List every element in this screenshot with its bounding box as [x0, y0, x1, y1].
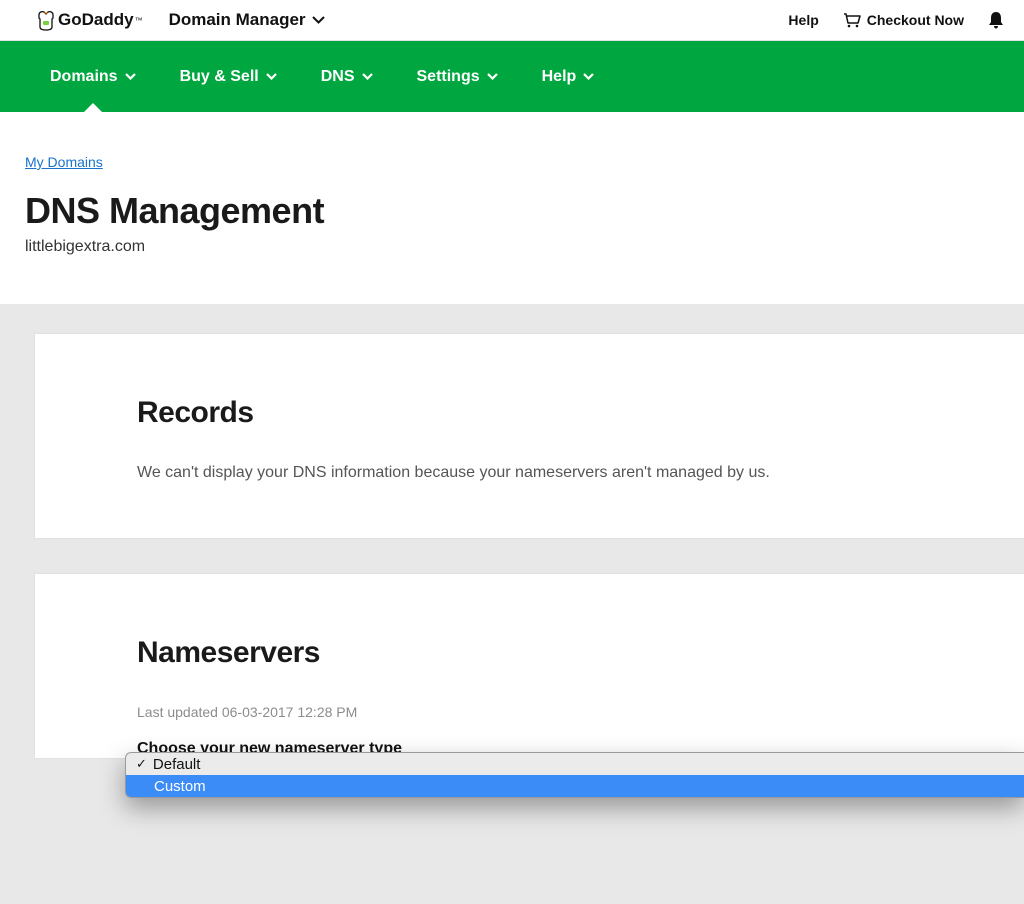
- domain-name: littlebigextra.com: [25, 238, 999, 256]
- trademark-symbol: ™: [135, 16, 143, 25]
- breadcrumb-my-domains[interactable]: My Domains: [25, 154, 103, 170]
- main-nav: Domains Buy & Sell DNS Settings Help: [0, 41, 1024, 112]
- domain-manager-dropdown[interactable]: Domain Manager: [169, 10, 325, 30]
- nav-label: Buy & Sell: [180, 68, 259, 86]
- nav-item-dns[interactable]: DNS: [321, 41, 373, 112]
- page-title: DNS Management: [25, 190, 999, 232]
- domain-manager-label: Domain Manager: [169, 10, 306, 30]
- dropdown-option-default[interactable]: Default: [126, 753, 1024, 775]
- chevron-down-icon: [312, 16, 325, 24]
- records-card: Records We can't display your DNS inform…: [35, 334, 1024, 538]
- nav-label: Help: [542, 68, 577, 86]
- records-message: We can't display your DNS information be…: [137, 464, 1024, 482]
- help-link[interactable]: Help: [788, 12, 818, 28]
- option-label: Custom: [154, 778, 206, 795]
- content-area: Records We can't display your DNS inform…: [0, 304, 1024, 904]
- cart-icon: [843, 13, 861, 28]
- nav-item-settings[interactable]: Settings: [417, 41, 498, 112]
- option-label: Default: [153, 756, 201, 773]
- top-header-left: GoDaddy™ Domain Manager: [36, 9, 325, 31]
- top-header-right: Help Checkout Now: [788, 11, 1004, 29]
- nav-label: Domains: [50, 68, 118, 86]
- checkout-link[interactable]: Checkout Now: [843, 12, 964, 28]
- brand-text: GoDaddy: [58, 10, 134, 30]
- checkout-label: Checkout Now: [867, 12, 964, 28]
- dropdown-option-custom[interactable]: Custom: [126, 775, 1024, 797]
- nameservers-title: Nameservers: [137, 636, 1024, 670]
- nav-label: DNS: [321, 68, 355, 86]
- nameservers-card: Nameservers Last updated 06-03-2017 12:2…: [35, 574, 1024, 758]
- godaddy-logo[interactable]: GoDaddy™: [36, 9, 143, 31]
- nav-item-help[interactable]: Help: [542, 41, 595, 112]
- nameserver-type-dropdown[interactable]: Default Custom: [125, 752, 1024, 798]
- nameservers-last-updated: Last updated 06-03-2017 12:28 PM: [137, 704, 1024, 720]
- chevron-down-icon: [266, 73, 277, 80]
- nav-item-domains[interactable]: Domains: [50, 41, 136, 112]
- records-title: Records: [137, 396, 1024, 430]
- nav-label: Settings: [417, 68, 480, 86]
- page-header: My Domains DNS Management littlebigextra…: [0, 112, 1024, 304]
- chevron-down-icon: [487, 73, 498, 80]
- bell-icon[interactable]: [988, 11, 1004, 29]
- godaddy-mascot-icon: [36, 9, 56, 31]
- nav-item-buy-sell[interactable]: Buy & Sell: [180, 41, 277, 112]
- top-header: GoDaddy™ Domain Manager Help Checkout No…: [0, 0, 1024, 41]
- chevron-down-icon: [583, 73, 594, 80]
- chevron-down-icon: [362, 73, 373, 80]
- chevron-down-icon: [125, 73, 136, 80]
